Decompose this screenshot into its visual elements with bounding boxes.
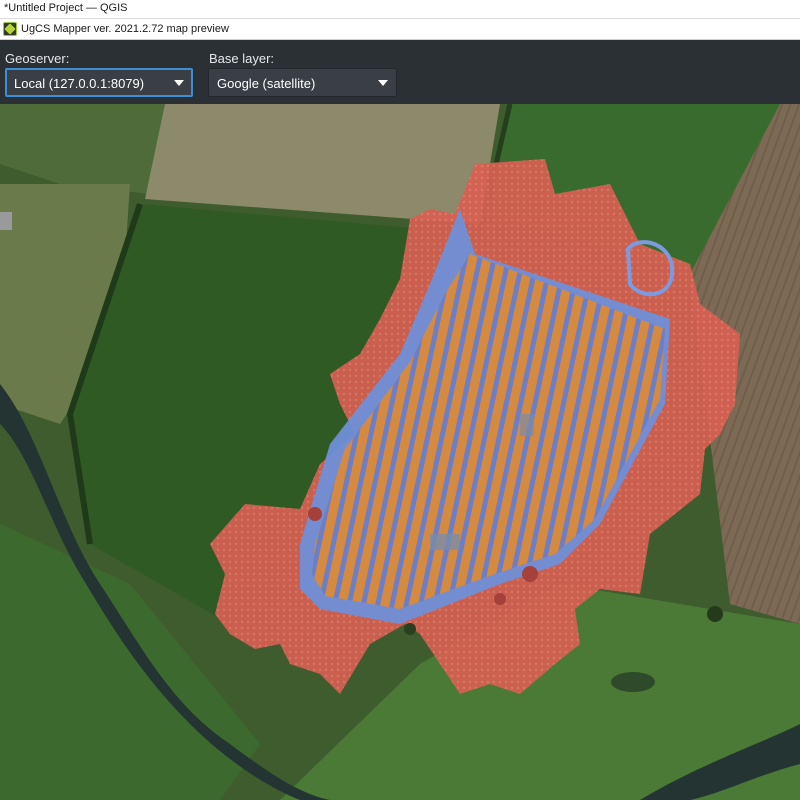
tree bbox=[308, 507, 322, 521]
map-preview-toolbar: Geoserver: Local (127.0.0.1:8079) Base l… bbox=[0, 40, 800, 104]
app-titlebar[interactable]: UgCS Mapper ver. 2021.2.72 map preview bbox=[0, 19, 800, 40]
patch bbox=[520, 414, 534, 436]
chevron-down-icon bbox=[378, 80, 388, 86]
satellite-map bbox=[0, 104, 800, 800]
base-layer-label: Base layer: bbox=[209, 51, 275, 66]
building bbox=[0, 212, 12, 230]
window-title: *Untitled Project — QGIS bbox=[4, 2, 128, 14]
os-window-titlebar[interactable]: *Untitled Project — QGIS bbox=[0, 0, 800, 19]
base-layer-selected-value: Google (satellite) bbox=[217, 76, 316, 91]
base-layer-select[interactable]: Google (satellite) bbox=[208, 68, 397, 97]
tree bbox=[522, 566, 538, 582]
tree bbox=[404, 623, 416, 635]
tree bbox=[707, 606, 723, 622]
geoserver-label: Geoserver: bbox=[5, 51, 70, 66]
geoserver-select[interactable]: Local (127.0.0.1:8079) bbox=[5, 68, 193, 97]
patch bbox=[430, 534, 460, 550]
chevron-down-icon bbox=[174, 80, 184, 86]
ugcs-mapper-icon bbox=[3, 22, 17, 36]
tree bbox=[494, 593, 506, 605]
app-title: UgCS Mapper ver. 2021.2.72 map preview bbox=[21, 23, 229, 35]
map-canvas[interactable] bbox=[0, 104, 800, 800]
geoserver-selected-value: Local (127.0.0.1:8079) bbox=[14, 76, 145, 91]
pond bbox=[611, 672, 655, 692]
